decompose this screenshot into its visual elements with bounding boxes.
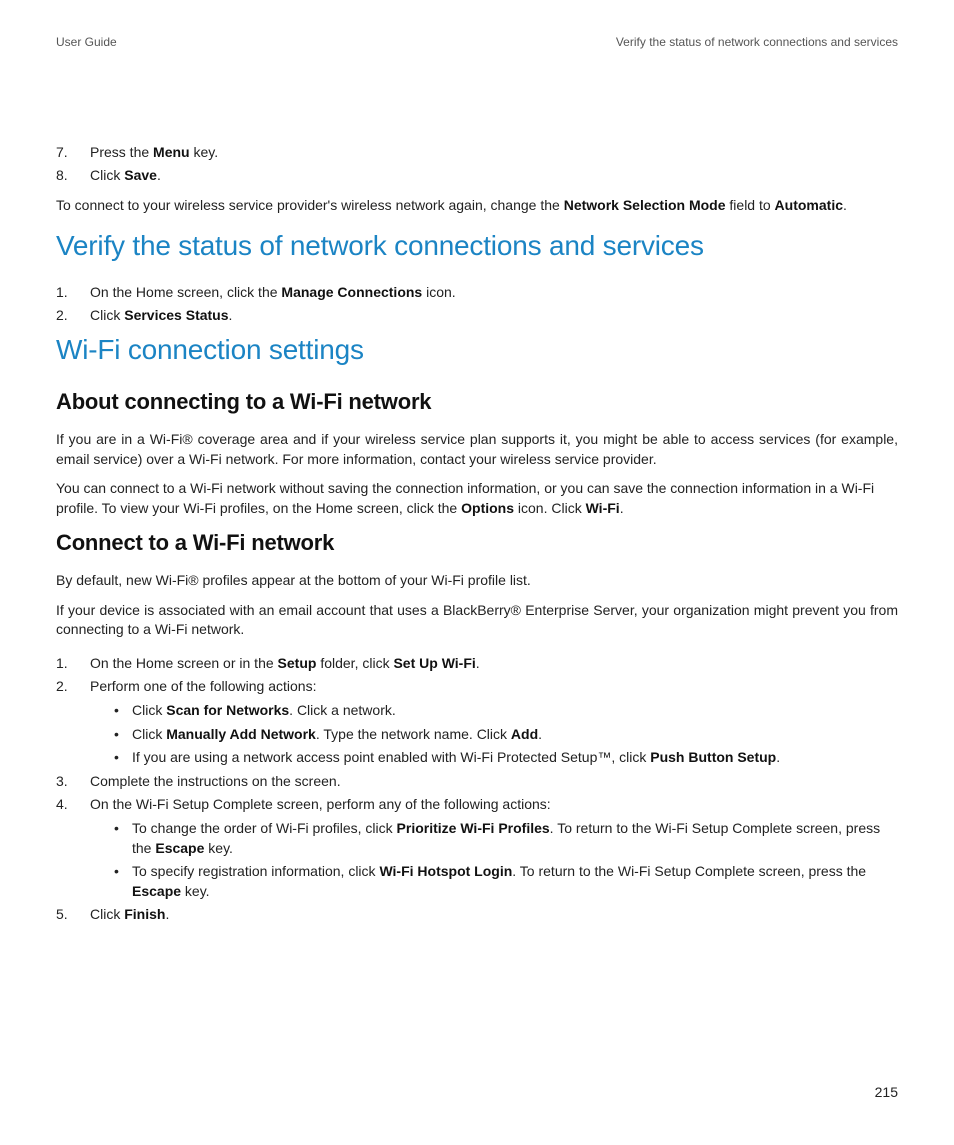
bold: Manage Connections	[281, 284, 422, 300]
connect-paragraph-1: By default, new Wi-Fi® profiles appear a…	[56, 571, 898, 591]
bold: Services Status	[124, 307, 228, 323]
heading-about-connecting: About connecting to a Wi-Fi network	[56, 387, 898, 418]
connect-step-5: Click Finish.	[56, 905, 898, 925]
verify-steps-list: On the Home screen, click the Manage Con…	[56, 283, 898, 326]
bold: Setup	[278, 655, 317, 671]
sub-prioritize: To change the order of Wi-Fi profiles, c…	[114, 819, 898, 858]
verify-step-2: Click Services Status.	[56, 306, 898, 326]
bold: Wi-Fi	[586, 500, 620, 516]
text: On the Wi-Fi Setup Complete screen, perf…	[90, 796, 551, 812]
text: Click	[132, 726, 166, 742]
running-header: User Guide Verify the status of network …	[56, 34, 898, 51]
text: key.	[204, 840, 233, 856]
text: .	[620, 500, 624, 516]
text: Click	[90, 906, 124, 922]
sub-scan-networks: Click Scan for Networks. Click a network…	[114, 701, 898, 721]
bold: Save	[124, 167, 157, 183]
text: icon. Click	[514, 500, 586, 516]
heading-connect-wifi: Connect to a Wi-Fi network	[56, 528, 898, 559]
page: User Guide Verify the status of network …	[0, 0, 954, 1145]
text: .	[538, 726, 542, 742]
text: Click	[132, 702, 166, 718]
text: .	[229, 307, 233, 323]
text: Perform one of the following actions:	[90, 678, 316, 694]
continued-steps-list: Press the Menu key. Click Save.	[56, 143, 898, 186]
connect-steps-list: On the Home screen or in the Setup folde…	[56, 654, 898, 925]
text: On the Home screen or in the	[90, 655, 278, 671]
text: . Click a network.	[289, 702, 396, 718]
text: Click	[90, 167, 124, 183]
connect-step-1: On the Home screen or in the Setup folde…	[56, 654, 898, 674]
text: icon.	[422, 284, 455, 300]
bold: Escape	[155, 840, 204, 856]
text: If you are using a network access point …	[132, 749, 650, 765]
text: To specify registration information, cli…	[132, 863, 379, 879]
bold: Options	[461, 500, 514, 516]
text: On the Home screen, click the	[90, 284, 281, 300]
verify-step-1: On the Home screen, click the Manage Con…	[56, 283, 898, 303]
text: .	[843, 197, 847, 213]
text: key.	[190, 144, 219, 160]
text: . To return to the Wi-Fi Setup Complete …	[512, 863, 866, 879]
step-8: Click Save.	[56, 166, 898, 186]
bold: Wi-Fi Hotspot Login	[379, 863, 512, 879]
page-number: 215	[875, 1083, 898, 1103]
running-header-left: User Guide	[56, 34, 117, 51]
bold: Prioritize Wi-Fi Profiles	[397, 820, 550, 836]
step-7: Press the Menu key.	[56, 143, 898, 163]
bold: Add	[511, 726, 538, 742]
connect-paragraph-2: If your device is associated with an ema…	[56, 601, 898, 640]
bold: Automatic	[775, 197, 843, 213]
text: .	[157, 167, 161, 183]
text: To change the order of Wi-Fi profiles, c…	[132, 820, 397, 836]
text: To connect to your wireless service prov…	[56, 197, 564, 213]
heading-verify-status: Verify the status of network connections…	[56, 226, 898, 265]
text: folder, click	[316, 655, 393, 671]
text: key.	[181, 883, 210, 899]
bold: Push Button Setup	[650, 749, 776, 765]
top-paragraph: To connect to your wireless service prov…	[56, 196, 898, 216]
connect-step-3: Complete the instructions on the screen.	[56, 772, 898, 792]
bold: Network Selection Mode	[564, 197, 726, 213]
bold: Escape	[132, 883, 181, 899]
text: .	[165, 906, 169, 922]
sub-hotspot-login: To specify registration information, cli…	[114, 862, 898, 901]
connect-step-2-sublist: Click Scan for Networks. Click a network…	[114, 701, 898, 768]
bold: Finish	[124, 906, 165, 922]
running-header-right: Verify the status of network connections…	[616, 34, 898, 51]
bold: Menu	[153, 144, 190, 160]
text: .	[776, 749, 780, 765]
text: field to	[726, 197, 775, 213]
connect-step-2: Perform one of the following actions: Cl…	[56, 677, 898, 767]
text: .	[476, 655, 480, 671]
about-paragraph-2: You can connect to a Wi-Fi network witho…	[56, 479, 898, 518]
heading-wifi-settings: Wi-Fi connection settings	[56, 330, 898, 369]
connect-step-4-sublist: To change the order of Wi-Fi profiles, c…	[114, 819, 898, 901]
connect-step-4: On the Wi-Fi Setup Complete screen, perf…	[56, 795, 898, 901]
sub-push-button: If you are using a network access point …	[114, 748, 898, 768]
bold: Set Up Wi-Fi	[393, 655, 475, 671]
text: Click	[90, 307, 124, 323]
text: Press the	[90, 144, 153, 160]
bold: Manually Add Network	[166, 726, 316, 742]
sub-manually-add: Click Manually Add Network. Type the net…	[114, 725, 898, 745]
bold: Scan for Networks	[166, 702, 289, 718]
text: . Type the network name. Click	[316, 726, 511, 742]
about-paragraph-1: If you are in a Wi-Fi® coverage area and…	[56, 430, 898, 469]
